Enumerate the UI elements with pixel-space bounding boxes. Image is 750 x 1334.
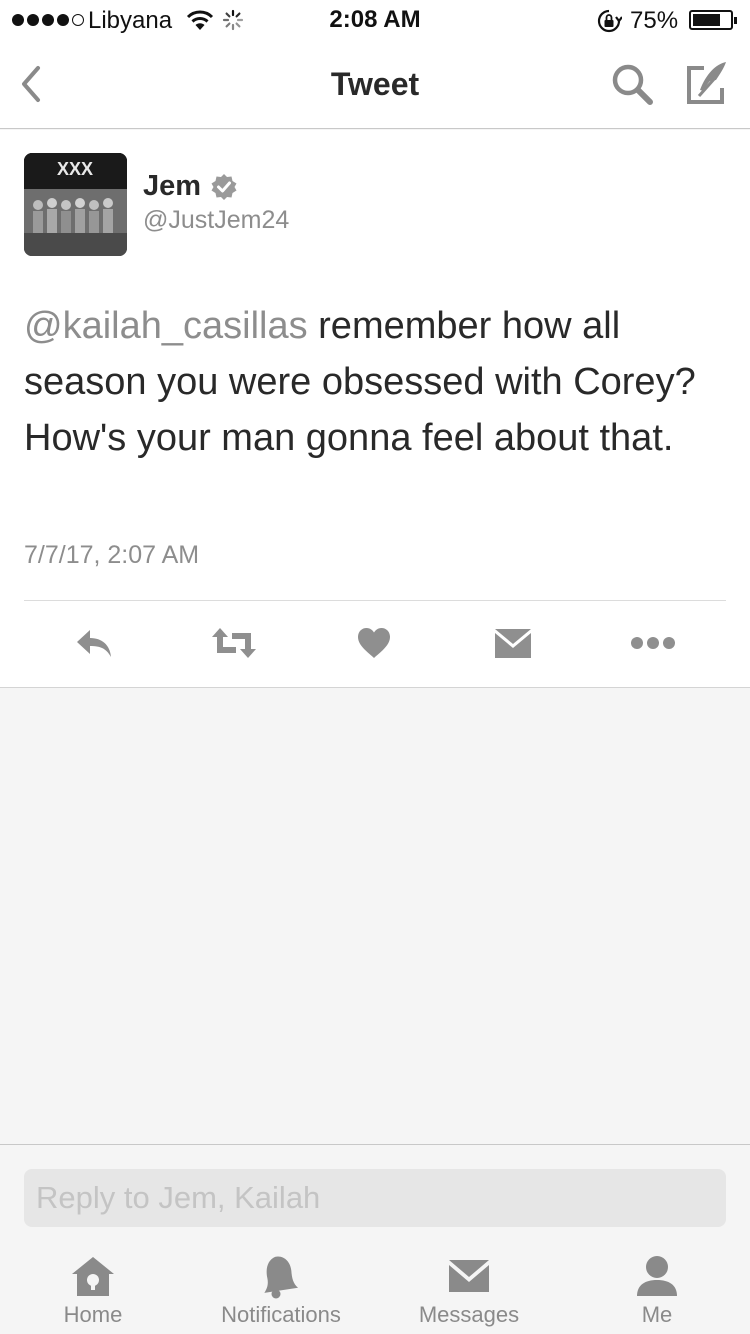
tweet-card: XXX Jem @JustJem24 @kailah_casillas reme… — [0, 130, 750, 688]
direct-message-button[interactable] — [488, 618, 538, 668]
tweet-actions — [0, 608, 750, 678]
bell-icon — [255, 1254, 307, 1299]
reply-input[interactable] — [24, 1169, 726, 1227]
battery-percentage: 75% — [630, 7, 679, 34]
verified-badge-icon — [211, 174, 237, 200]
more-icon — [631, 637, 675, 649]
tab-me[interactable]: Me — [562, 1244, 750, 1334]
avatar[interactable]: XXX — [24, 153, 127, 256]
retweet-icon — [212, 628, 256, 658]
direct-message-icon — [495, 629, 531, 658]
tab-messages[interactable]: Messages — [374, 1244, 564, 1334]
retweet-button[interactable] — [209, 618, 259, 668]
compose-icon[interactable] — [682, 58, 732, 108]
navigation-bar: Tweet — [0, 40, 750, 129]
home-icon — [67, 1254, 119, 1298]
reply-icon — [77, 630, 111, 657]
divider — [24, 600, 726, 601]
author-handle[interactable]: @JustJem24 — [143, 206, 289, 235]
status-bar: Libyana 2:08 AM 75% — [0, 0, 750, 40]
tab-notifications-label: Notifications — [221, 1302, 341, 1327]
like-button[interactable] — [349, 618, 399, 668]
mention-link[interactable]: @kailah_casillas — [24, 305, 308, 347]
tab-notifications[interactable]: Notifications — [186, 1244, 376, 1334]
tab-home[interactable]: Home — [0, 1244, 188, 1334]
tab-me-label: Me — [641, 1302, 673, 1327]
envelope-icon — [443, 1254, 495, 1298]
reply-button[interactable] — [69, 618, 119, 668]
like-icon — [358, 628, 390, 658]
reply-bar — [0, 1144, 750, 1244]
battery-icon — [689, 10, 737, 30]
author-name[interactable]: Jem — [143, 170, 201, 203]
tweet-timestamp: 7/7/17, 2:07 AM — [24, 541, 200, 569]
more-button[interactable] — [628, 618, 678, 668]
search-icon[interactable] — [608, 60, 656, 108]
tab-bar: Home Notifications Messages Me — [0, 1244, 750, 1334]
avatar-banner-text: XXX — [57, 159, 93, 179]
avatar-image: XXX — [24, 153, 127, 256]
rotation-lock-icon — [597, 9, 622, 33]
tab-messages-label: Messages — [418, 1302, 520, 1327]
person-icon — [631, 1254, 683, 1298]
tab-home-label: Home — [63, 1302, 123, 1327]
tweet-text: @kailah_casillas remember how all season… — [24, 298, 724, 466]
